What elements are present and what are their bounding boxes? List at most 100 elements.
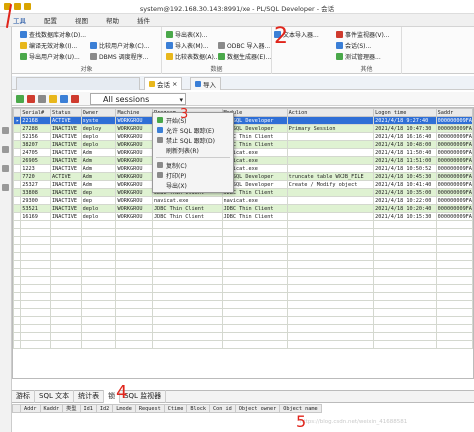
- menu-item-export[interactable]: 导出(X): [153, 180, 233, 190]
- dbms-scheduler-button[interactable]: DBMS 调度程序...: [90, 52, 148, 61]
- empty-cell: [151, 332, 223, 341]
- menu-item-refresh[interactable]: 刷新列表(R): [153, 145, 233, 155]
- templates-icon[interactable]: [2, 165, 9, 172]
- table-row[interactable]: 24705INACTIVEAdmWORKGROUnavicat.exenavic…: [13, 148, 473, 157]
- sessions-header-row: Serial# Status Owner Machine Program Mod…: [13, 108, 473, 117]
- filter-icon[interactable]: [49, 95, 57, 103]
- empty-cell: [221, 300, 288, 309]
- column-header-lmode[interactable]: Lmode: [112, 404, 136, 413]
- table-row[interactable]: 1223INACTIVEAdmWORKGROUnavicat.exenavica…: [13, 164, 473, 173]
- trace-on-icon: [157, 127, 163, 133]
- column-header-addr[interactable]: Addr: [20, 404, 41, 413]
- column-header-id2[interactable]: Id2: [95, 404, 114, 413]
- import-tables-button[interactable]: 导入表(M)...: [166, 41, 209, 50]
- tab-sql-text[interactable]: SQL 文本: [35, 390, 75, 403]
- column-header-block[interactable]: Block: [186, 404, 211, 413]
- export-tables-button[interactable]: 导出表(X)...: [166, 30, 208, 39]
- table-row[interactable]: 16169 INACTIVE deplo WORKGROU JDBC Thin Clie…: [13, 212, 473, 221]
- column-header-owner[interactable]: Owner: [80, 108, 117, 117]
- column-header-machine[interactable]: Machine: [115, 108, 153, 117]
- column-header-action[interactable]: Action: [286, 108, 375, 117]
- menu-view[interactable]: 视图: [66, 15, 97, 25]
- column-header-request[interactable]: Request: [134, 404, 165, 413]
- compare-table-data-button[interactable]: 比较表数据(A)...: [166, 52, 220, 61]
- tab-statistics[interactable]: 统计表: [74, 390, 105, 403]
- table-row[interactable]: 53521 INACTIVE deplo WORKGROU JDBC Thin Clie…: [13, 204, 473, 213]
- table-row[interactable]: 52156 INACTIVE deplo WORKGROU JDBC Thin Clie…: [13, 132, 473, 141]
- event-monitor-button[interactable]: 事件监视器(V)...: [336, 30, 390, 39]
- table-row[interactable]: 27288INACTIVEdeployWORKGROUplsqldev.exeP…: [13, 124, 473, 133]
- cell-status: INACTIVE: [50, 188, 82, 197]
- table-row[interactable]: 38207 INACTIVE deplo WORKGROU JDBC Thin Clie…: [13, 140, 473, 149]
- test-manager-button[interactable]: 测试管理器...: [336, 52, 381, 61]
- menu-item-enable-trace[interactable]: 允许 SQL 跟踪(E): [153, 125, 233, 135]
- locks-grid[interactable]: Addr Kaddr 类型 Id1 Id2 Lmode Request Ctim…: [12, 404, 474, 432]
- tab-redacted[interactable]: [16, 77, 140, 90]
- column-header-object-owner[interactable]: Object owner: [234, 404, 281, 413]
- cell-status: INACTIVE: [50, 204, 82, 213]
- empty-cell: [50, 228, 82, 237]
- column-header-con-id[interactable]: Con id: [209, 404, 236, 413]
- column-header-saddr[interactable]: Saddr: [435, 108, 473, 117]
- table-row[interactable]: 33808 INACTIVE dep WORKGROU JDBC Thin Client…: [13, 188, 473, 197]
- empty-cell: [20, 220, 52, 229]
- tab-import[interactable]: 导入: [190, 77, 221, 90]
- kill-session-icon[interactable]: [27, 95, 35, 103]
- column-header-logon-time[interactable]: Logon time: [373, 108, 437, 117]
- empty-cell: [13, 308, 22, 317]
- odbc-importer-button[interactable]: ODBC 导入器...: [218, 41, 270, 50]
- table-row[interactable]: 26905INACTIVEAdmWORKGROUnavicat.exenavic…: [13, 156, 473, 165]
- close-icon[interactable]: ×: [172, 80, 177, 88]
- cell-saddr: 000000009FA: [435, 188, 473, 197]
- sessions-button[interactable]: 会话(S)...: [336, 41, 371, 50]
- menu-item-copy[interactable]: 复制(C): [153, 160, 233, 170]
- menu-help[interactable]: 帮助: [97, 15, 128, 25]
- refresh-icon[interactable]: [16, 95, 24, 103]
- menu-item-start[interactable]: 开始(S): [153, 115, 233, 125]
- column-header-id1[interactable]: Id1: [79, 404, 97, 413]
- cell-owner: Adm: [80, 156, 117, 165]
- cell-saddr: 000000009FA: [435, 180, 473, 189]
- compile-invalid-button[interactable]: 编译无效对象(I)...: [20, 41, 77, 50]
- empty-cell: [221, 284, 288, 293]
- table-row[interactable]: 7720ACTIVEAdmWORKGROUplsqldev.exePL/SQL …: [13, 172, 473, 181]
- menu-item-disable-trace[interactable]: 禁止 SQL 跟踪(D): [153, 135, 233, 145]
- compare-user-objects-label: 比较用户对象(C)...: [99, 43, 150, 50]
- empty-cell: [151, 340, 223, 349]
- column-header-kaddr[interactable]: Kaddr: [39, 404, 64, 413]
- empty-cell: [435, 228, 473, 237]
- column-header-type[interactable]: 类型: [62, 404, 81, 413]
- find-db-objects-button[interactable]: 查找数据库对象(D)...: [20, 30, 86, 39]
- sessions-grid[interactable]: Serial# Status Owner Machine Program Mod…: [12, 107, 474, 379]
- timer-icon[interactable]: [38, 95, 46, 103]
- column-header-ctime[interactable]: Ctime: [163, 404, 188, 413]
- table-row[interactable]: ▸22168ACTIVEsysteWORKGROUplsqldev.exePL/…: [13, 116, 473, 125]
- menu-bar: 工具 配置 视图 帮助 插件: [0, 14, 474, 27]
- find-icon[interactable]: [2, 184, 9, 191]
- table-row[interactable]: 29300 INACTIVE dep WORKGROU navicat.exe navic…: [13, 196, 473, 205]
- play-icon: [157, 117, 163, 123]
- empty-row: [13, 324, 473, 333]
- empty-cell: [50, 268, 82, 277]
- empty-cell: [221, 268, 288, 277]
- empty-cell: [20, 300, 52, 309]
- table-row[interactable]: 25327INACTIVEAdmWORKGROUplsqldev.exePL/S…: [13, 180, 473, 189]
- window-list-icon[interactable]: [2, 146, 9, 153]
- menu-plugins[interactable]: 插件: [128, 15, 159, 25]
- menu-item-print[interactable]: 打印(P): [153, 170, 233, 180]
- data-generator-button[interactable]: 数据生成器(E)...: [218, 52, 271, 61]
- column-header-serial[interactable]: Serial#: [20, 108, 52, 117]
- cell-serial: 16169: [20, 212, 52, 221]
- menu-config[interactable]: 配置: [35, 15, 66, 25]
- browser-icon[interactable]: [2, 127, 9, 134]
- session-filter-select[interactable]: All sessions ▾: [90, 93, 186, 105]
- column-header-status[interactable]: Status: [50, 108, 82, 117]
- menu-item-copy-label: 复制(C): [166, 162, 187, 170]
- tab-cursors[interactable]: 游标: [12, 390, 35, 403]
- compare-user-objects-button[interactable]: 比较用户对象(C)...: [90, 41, 150, 50]
- export-user-objects-button[interactable]: 导出用户对象(U)...: [20, 52, 80, 61]
- find-icon[interactable]: [60, 95, 68, 103]
- test-icon: [336, 53, 343, 60]
- tab-sessions[interactable]: 会话 ×: [144, 77, 183, 90]
- stop-icon[interactable]: [71, 95, 79, 103]
